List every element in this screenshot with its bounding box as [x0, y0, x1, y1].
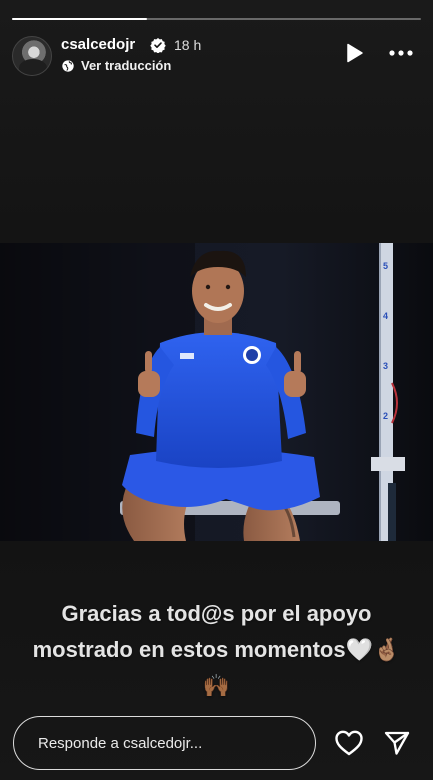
verified-badge-icon: [150, 38, 166, 53]
play-icon[interactable]: [343, 42, 365, 64]
story-progress-bar: [12, 18, 421, 20]
send-icon[interactable]: [383, 729, 411, 757]
see-translation-label: Ver traducción: [81, 58, 172, 73]
story-header: csalcedojr 18 h Ver traducción: [12, 34, 421, 78]
reply-field-container[interactable]: [13, 716, 316, 770]
svg-text:4: 4: [383, 311, 388, 321]
see-translation-link[interactable]: Ver traducción: [61, 58, 171, 73]
svg-text:2: 2: [383, 411, 388, 421]
svg-text:3: 3: [383, 361, 388, 371]
more-options-icon[interactable]: [387, 42, 415, 64]
reply-input[interactable]: [38, 732, 288, 754]
avatar[interactable]: [12, 36, 52, 76]
story-progress-fill: [12, 18, 147, 20]
heart-icon[interactable]: [334, 729, 364, 757]
story-caption: Gracias a tod@s por el apoyo mostrado en…: [32, 601, 401, 698]
story-viewer: csalcedojr 18 h Ver traducción 5 4 3 2 G…: [0, 0, 433, 780]
story-photo: 5 4 3 2: [0, 243, 433, 541]
post-time: 18 h: [174, 37, 202, 53]
svg-text:5: 5: [383, 261, 388, 271]
globe-icon: [62, 59, 74, 72]
username[interactable]: csalcedojr: [61, 36, 135, 53]
